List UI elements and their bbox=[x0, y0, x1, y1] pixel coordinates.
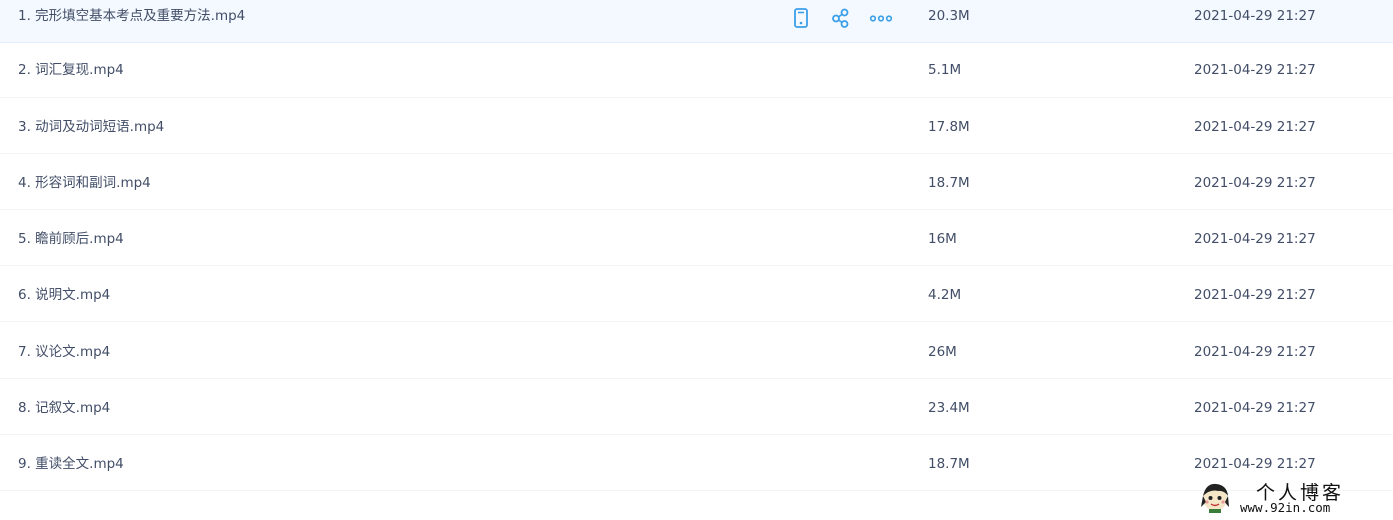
file-size: 18.7M bbox=[928, 456, 970, 472]
table-row[interactable]: 7. 议论文.mp4 26M 2021-04-29 21:27 bbox=[0, 324, 1393, 379]
file-date: 2021-04-29 21:27 bbox=[1194, 344, 1316, 360]
file-name[interactable]: 8. 记叙文.mp4 bbox=[18, 399, 110, 417]
table-row[interactable]: 2. 词汇复现.mp4 5.1M 2021-04-29 21:27 bbox=[0, 43, 1393, 98]
file-name[interactable]: 2. 词汇复现.mp4 bbox=[18, 61, 124, 79]
file-date: 2021-04-29 21:27 bbox=[1194, 175, 1316, 191]
watermark-url: www.92in.com bbox=[1240, 500, 1331, 515]
table-row[interactable]: 6. 说明文.mp4 4.2M 2021-04-29 21:27 bbox=[0, 267, 1393, 322]
file-name[interactable]: 9. 重读全文.mp4 bbox=[18, 455, 124, 473]
file-date: 2021-04-29 21:27 bbox=[1194, 62, 1316, 78]
file-name[interactable]: 4. 形容词和副词.mp4 bbox=[18, 174, 151, 192]
file-size: 4.2M bbox=[928, 287, 962, 303]
file-name[interactable]: 1. 完形填空基本考点及重要方法.mp4 bbox=[18, 7, 245, 25]
file-date: 2021-04-29 21:27 bbox=[1194, 119, 1316, 135]
file-size: 23.4M bbox=[928, 400, 970, 416]
file-name[interactable]: 7. 议论文.mp4 bbox=[18, 343, 110, 361]
file-size: 17.8M bbox=[928, 119, 970, 135]
file-date: 2021-04-29 21:27 bbox=[1194, 400, 1316, 416]
table-row[interactable]: 5. 瞻前顾后.mp4 16M 2021-04-29 21:27 bbox=[0, 211, 1393, 266]
avatar-logo-icon bbox=[1198, 480, 1232, 514]
file-date: 2021-04-29 21:27 bbox=[1194, 231, 1316, 247]
file-name[interactable]: 6. 说明文.mp4 bbox=[18, 286, 110, 304]
file-size: 16M bbox=[928, 231, 957, 247]
row-actions bbox=[790, 6, 900, 30]
file-size: 18.7M bbox=[928, 175, 970, 191]
file-list: 1. 完形填空基本考点及重要方法.mp4 20.3M 2021-04-29 21… bbox=[0, 0, 1393, 520]
table-row[interactable]: 9. 重读全文.mp4 18.7M 2021-04-29 21:27 bbox=[0, 436, 1393, 491]
more-icon[interactable] bbox=[869, 6, 893, 30]
file-size: 20.3M bbox=[928, 8, 970, 24]
file-size: 5.1M bbox=[928, 62, 962, 78]
table-row[interactable]: 4. 形容词和副词.mp4 18.7M 2021-04-29 21:27 bbox=[0, 155, 1393, 210]
file-size: 26M bbox=[928, 344, 957, 360]
table-row[interactable]: 3. 动词及动词短语.mp4 17.8M 2021-04-29 21:27 bbox=[0, 99, 1393, 154]
table-row[interactable]: 1. 完形填空基本考点及重要方法.mp4 20.3M 2021-04-29 21… bbox=[0, 0, 1393, 43]
table-row[interactable]: 8. 记叙文.mp4 23.4M 2021-04-29 21:27 bbox=[0, 380, 1393, 435]
share-icon[interactable] bbox=[830, 6, 852, 30]
file-date: 2021-04-29 21:27 bbox=[1194, 287, 1316, 303]
file-date: 2021-04-29 21:27 bbox=[1194, 456, 1316, 472]
watermark: 个人博客 www.92in.com bbox=[1198, 478, 1388, 518]
file-date: 2021-04-29 21:27 bbox=[1194, 8, 1316, 24]
file-name[interactable]: 5. 瞻前顾后.mp4 bbox=[18, 230, 124, 248]
file-name[interactable]: 3. 动词及动词短语.mp4 bbox=[18, 118, 164, 136]
phone-icon[interactable] bbox=[790, 6, 812, 30]
